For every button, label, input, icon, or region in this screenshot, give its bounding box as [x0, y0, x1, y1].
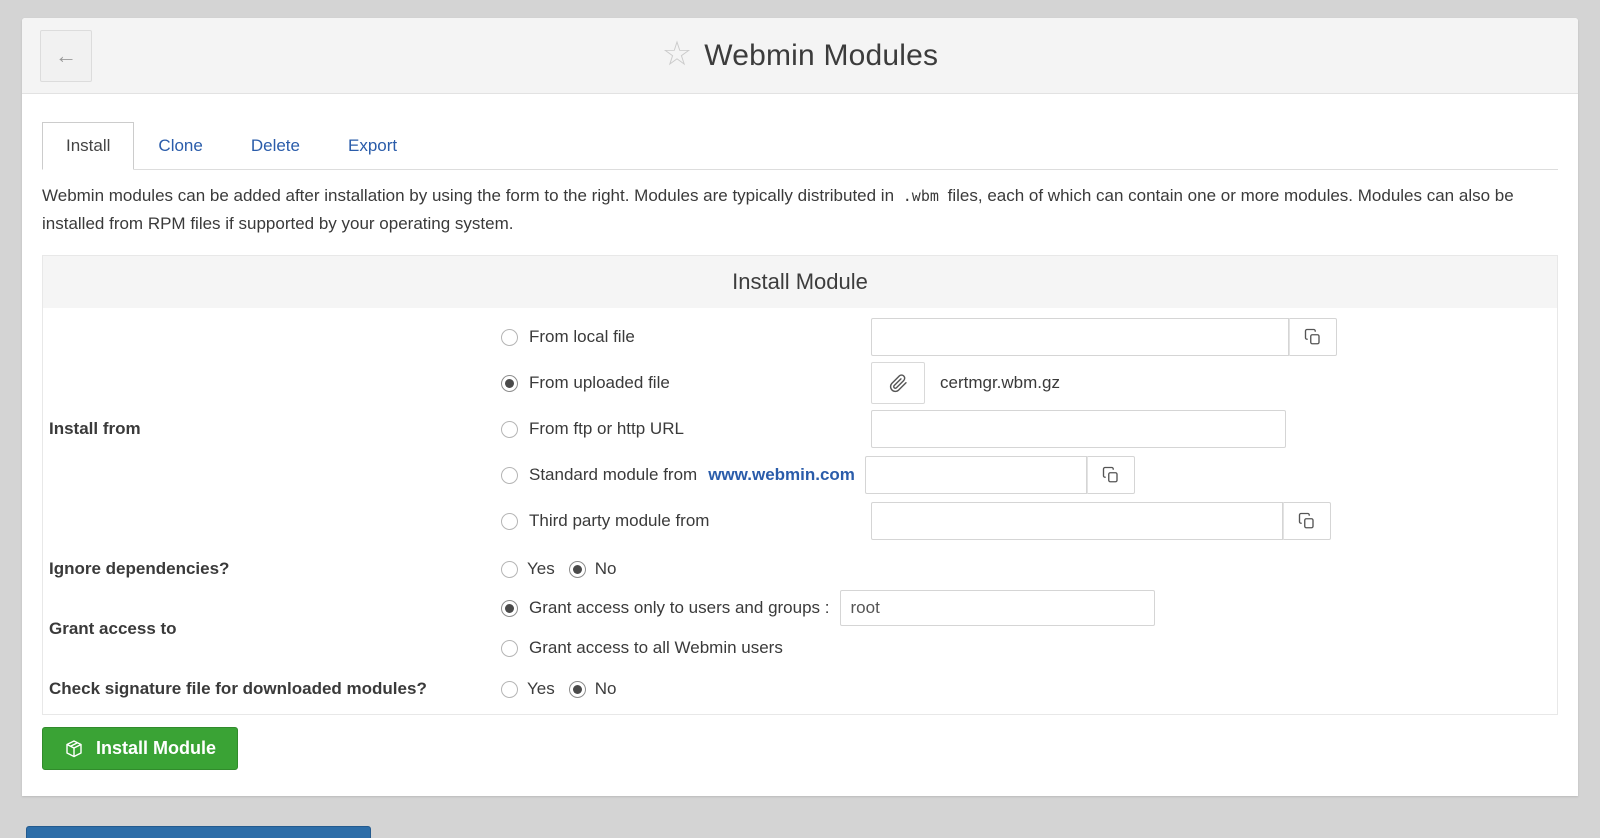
radio-standard-module-label: Standard module from	[529, 465, 697, 485]
check-signature-options: Yes No	[501, 674, 1551, 704]
radio-standard-module[interactable]	[501, 467, 518, 484]
window-header: ← ☆ Webmin Modules	[22, 18, 1578, 94]
install-from-row: Install from From local file	[49, 314, 1551, 544]
third-party-chooser-button[interactable]	[1283, 502, 1331, 540]
install-module-button[interactable]: Install Module	[42, 727, 238, 770]
radio-grant-all[interactable]	[501, 640, 518, 657]
radio-ftp-url[interactable]	[501, 421, 518, 438]
standard-module-input[interactable]	[865, 456, 1087, 494]
ftp-url-input[interactable]	[871, 410, 1286, 448]
option-uploaded-file: From uploaded file certmgr.wbm.gz	[501, 360, 1551, 406]
grant-users-input[interactable]	[840, 590, 1155, 626]
radio-ftp-url-label: From ftp or http URL	[529, 419, 684, 439]
install-from-options: From local file	[501, 314, 1551, 544]
copy-files-icon	[1304, 328, 1322, 346]
check-signature-row: Check signature file for downloaded modu…	[49, 674, 1551, 704]
radio-uploaded-file[interactable]	[501, 375, 518, 392]
tab-bar: Install Clone Delete Export	[42, 122, 1558, 170]
title-area: ☆ Webmin Modules	[22, 18, 1578, 93]
tab-delete[interactable]: Delete	[227, 122, 324, 170]
radio-third-party-label: Third party module from	[529, 511, 709, 531]
standard-module-chooser-button[interactable]	[1087, 456, 1135, 494]
radio-uploaded-file-label: From uploaded file	[529, 373, 670, 393]
webmin-modules-window: ← ☆ Webmin Modules Install Clone Delete …	[22, 18, 1578, 796]
paperclip-icon	[889, 374, 908, 393]
radio-signature-yes[interactable]	[501, 681, 518, 698]
third-party-input[interactable]	[871, 502, 1283, 540]
copy-files-icon	[1102, 466, 1120, 484]
description-code: .wbm	[899, 187, 943, 205]
install-module-button-label: Install Module	[96, 738, 216, 759]
radio-signature-no[interactable]	[569, 681, 586, 698]
grant-access-option-users: Grant access only to users and groups :	[501, 588, 1551, 628]
tab-clone[interactable]: Clone	[134, 122, 226, 170]
panel-body: Install from From local file	[43, 308, 1557, 714]
radio-ignore-no-label: No	[595, 559, 617, 579]
webmin-com-link[interactable]: www.webmin.com	[708, 465, 855, 485]
install-from-label: Install from	[49, 314, 501, 544]
package-icon	[64, 739, 84, 759]
install-module-panel: Install Module Install from From local f…	[42, 255, 1558, 715]
tab-export[interactable]: Export	[324, 122, 421, 170]
radio-signature-yes-label: Yes	[527, 679, 555, 699]
copy-files-icon	[1298, 512, 1316, 530]
install-description: Webmin modules can be added after instal…	[42, 182, 1558, 237]
radio-grant-users-label: Grant access only to users and groups :	[529, 598, 830, 618]
radio-grant-all-label: Grant access to all Webmin users	[529, 638, 783, 658]
radio-ignore-yes-label: Yes	[527, 559, 555, 579]
description-part1: Webmin modules can be added after instal…	[42, 186, 894, 205]
tab-install[interactable]: Install	[42, 122, 134, 170]
ignore-dependencies-options: Yes No	[501, 554, 1551, 584]
radio-grant-users[interactable]	[501, 600, 518, 617]
option-third-party: Third party module from	[501, 498, 1551, 544]
page-title: Webmin Modules	[704, 39, 938, 73]
ignore-dependencies-row: Ignore dependencies? Yes No	[49, 554, 1551, 584]
option-ftp-url: From ftp or http URL	[501, 406, 1551, 452]
main-content: Install Clone Delete Export Webmin modul…	[22, 122, 1578, 770]
back-arrow-icon: ←	[55, 43, 77, 69]
option-standard-module: Standard module from www.webmin.com	[501, 452, 1551, 498]
local-file-input[interactable]	[871, 318, 1289, 356]
radio-ignore-yes[interactable]	[501, 561, 518, 578]
check-signature-label: Check signature file for downloaded modu…	[49, 674, 501, 704]
option-local-file: From local file	[501, 314, 1551, 360]
radio-ignore-no[interactable]	[569, 561, 586, 578]
upload-file-button[interactable]	[871, 362, 925, 404]
ignore-dependencies-label: Ignore dependencies?	[49, 554, 501, 584]
uploaded-file-name: certmgr.wbm.gz	[940, 373, 1060, 393]
return-to-webmin-config-button[interactable]: Return to Webmin configuration	[26, 826, 371, 838]
radio-signature-no-label: No	[595, 679, 617, 699]
grant-access-option-all: Grant access to all Webmin users	[501, 628, 1551, 668]
star-icon: ☆	[662, 37, 692, 71]
local-file-chooser-button[interactable]	[1289, 318, 1337, 356]
back-button[interactable]: ←	[40, 30, 92, 82]
radio-local-file-label: From local file	[529, 327, 635, 347]
radio-local-file[interactable]	[501, 329, 518, 346]
grant-access-label: Grant access to	[49, 584, 501, 674]
grant-access-row: Grant access to Grant access only to use…	[49, 584, 1551, 674]
panel-title: Install Module	[43, 256, 1557, 308]
radio-third-party[interactable]	[501, 513, 518, 530]
